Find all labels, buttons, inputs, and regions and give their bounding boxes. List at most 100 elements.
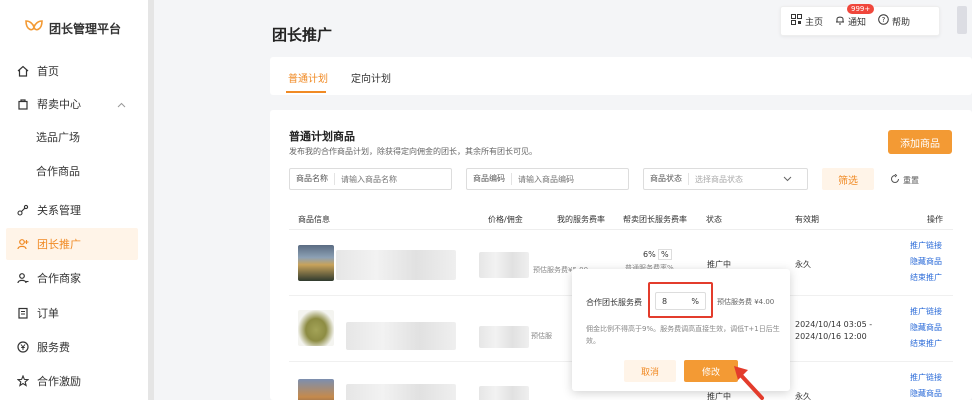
order-icon	[17, 307, 29, 319]
col-validity: 有效期	[795, 215, 819, 224]
tab-normal-plan[interactable]: 普通计划	[288, 70, 328, 85]
tab-active-indicator	[286, 91, 326, 93]
goods-code-input[interactable]	[512, 174, 612, 184]
home-label: 主页	[805, 17, 824, 28]
reset-button[interactable]: 重置	[890, 173, 919, 186]
sidebar-item-incentive[interactable]: 合作激励	[6, 365, 138, 397]
goods-name-label: 商品名称	[290, 173, 335, 185]
filter-button[interactable]: 筛选	[822, 168, 874, 190]
rate-input-unit: %	[691, 296, 699, 306]
chevron-down-icon	[783, 175, 792, 184]
help-icon: ?	[878, 14, 889, 28]
sidebar-item-label: 选品广场	[36, 131, 80, 144]
bell-icon	[835, 14, 845, 28]
logo[interactable]: 团长管理平台	[25, 20, 121, 37]
notify-link[interactable]: 通知 999+	[835, 4, 875, 28]
sidebar: 团长管理平台 首页 帮卖中心 选品广场 合作商品 关系管理 团长推广 合作商家 …	[0, 0, 148, 400]
sidebar-item-selection-plaza[interactable]: 选品广场	[6, 121, 138, 153]
leader-rate: 6%	[643, 250, 656, 259]
page-title: 团长推广	[272, 26, 333, 44]
rate-rule-note: 佣金比例不得高于9%。服务费调高直接生效，调低T+1日后生效。	[586, 325, 780, 345]
hide-goods-link[interactable]: 隐藏商品	[910, 388, 942, 399]
section-title: 普通计划商品	[289, 130, 355, 143]
price-blurred	[479, 252, 529, 278]
merchant-icon	[17, 272, 29, 284]
promote-icon	[17, 238, 29, 250]
avatar[interactable]	[957, 6, 967, 34]
top-toolbar: 主页 通知 999+ ? 帮助	[780, 4, 940, 36]
col-actions: 操作	[927, 215, 943, 224]
price-blurred	[479, 386, 529, 400]
add-goods-button[interactable]: 添加商品	[888, 130, 952, 154]
sidebar-item-orders[interactable]: 订单	[6, 297, 138, 329]
cancel-button[interactable]: 取消	[624, 360, 676, 382]
promote-link[interactable]: 推广链接	[910, 306, 942, 317]
price-blurred	[479, 326, 529, 348]
chevron-up-icon	[117, 98, 126, 111]
notify-label: 通知	[848, 17, 867, 28]
reset-label: 重置	[903, 175, 919, 185]
end-promotion-link[interactable]: 结束推广	[910, 272, 942, 283]
hide-goods-link[interactable]: 隐藏商品	[910, 322, 942, 333]
col-price: 价格/佣金	[488, 215, 523, 224]
main-area: 团长推广 主页 通知 999+ ? 帮助 普通计划 定向计划 普通计划商品 发布…	[154, 0, 972, 400]
svg-text:?: ?	[882, 16, 886, 24]
sidebar-item-label: 关系管理	[37, 204, 81, 217]
notify-badge: 999+	[847, 4, 875, 14]
hide-goods-link[interactable]: 隐藏商品	[910, 256, 942, 267]
sidebar-item-relations[interactable]: 关系管理	[6, 194, 138, 226]
product-info-blurred	[346, 384, 456, 400]
incentive-icon	[17, 375, 29, 387]
help-link[interactable]: ? 帮助	[878, 14, 910, 28]
estimated-fee: 预估服	[531, 332, 552, 340]
tabs: 普通计划 定向计划	[270, 57, 972, 95]
sidebar-item-label: 帮卖中心	[37, 98, 81, 111]
product-thumbnail[interactable]	[298, 245, 334, 281]
goods-status-label: 商品状态	[644, 173, 689, 185]
sidebar-item-promote[interactable]: 团长推广	[6, 228, 138, 260]
rate-input-value: 8	[662, 296, 668, 306]
goods-code-label: 商品编码	[467, 173, 512, 185]
goods-status-select[interactable]: 选择商品状态	[689, 174, 783, 185]
col-goods-info: 商品信息	[298, 215, 330, 224]
sidebar-item-label: 合作商家	[37, 272, 81, 285]
bag-icon	[17, 98, 29, 110]
relation-icon	[17, 204, 29, 216]
sidebar-item-label: 首页	[37, 65, 59, 78]
rate-unit: %	[658, 249, 672, 260]
pointer-arrow-icon	[734, 366, 764, 400]
product-info-blurred	[336, 250, 456, 280]
fee-icon	[17, 341, 29, 353]
col-status: 状态	[706, 215, 722, 224]
goods-status-filter[interactable]: 商品状态 选择商品状态	[643, 168, 808, 190]
logo-icon	[25, 20, 43, 37]
goods-code-filter: 商品编码	[466, 168, 629, 190]
validity-start: 2024/10/14 03:05 -	[795, 320, 873, 329]
sidebar-item-service-fee[interactable]: 服务费	[6, 331, 138, 363]
sidebar-item-home[interactable]: 首页	[6, 55, 138, 87]
estimated-fee-hint: 预估服务费 ¥4.00	[717, 298, 775, 306]
sidebar-item-helpsell[interactable]: 帮卖中心	[6, 88, 138, 120]
logo-text: 团长管理平台	[49, 22, 122, 36]
table-header: 商品信息 价格/佣金 我的服务费率 帮卖团长服务费率 状态 有效期 操作	[289, 208, 953, 230]
rate-input[interactable]: 8 %	[655, 292, 706, 310]
refresh-icon	[890, 173, 900, 186]
sidebar-item-label: 团长推广	[37, 238, 81, 251]
end-promotion-link[interactable]: 结束推广	[910, 338, 942, 349]
tab-targeted-plan[interactable]: 定向计划	[351, 70, 391, 85]
qrcode-icon	[791, 14, 802, 28]
sidebar-item-label: 合作激励	[37, 375, 81, 388]
col-my-rate: 我的服务费率	[557, 215, 605, 224]
product-thumbnail[interactable]	[298, 310, 334, 346]
promote-link[interactable]: 推广链接	[910, 240, 942, 251]
home-link[interactable]: 主页	[791, 14, 823, 28]
col-leader-rate: 帮卖团长服务费率	[623, 215, 687, 224]
product-thumbnail[interactable]	[298, 379, 334, 400]
home-icon	[17, 65, 29, 77]
validity-text: 永久	[795, 392, 811, 400]
promote-link[interactable]: 推广链接	[910, 372, 942, 383]
sidebar-item-merchants[interactable]: 合作商家	[6, 262, 138, 294]
goods-name-input[interactable]	[335, 174, 435, 184]
sidebar-item-partner-goods[interactable]: 合作商品	[6, 155, 138, 187]
rate-field-label: 合作团长服务费	[586, 298, 642, 307]
